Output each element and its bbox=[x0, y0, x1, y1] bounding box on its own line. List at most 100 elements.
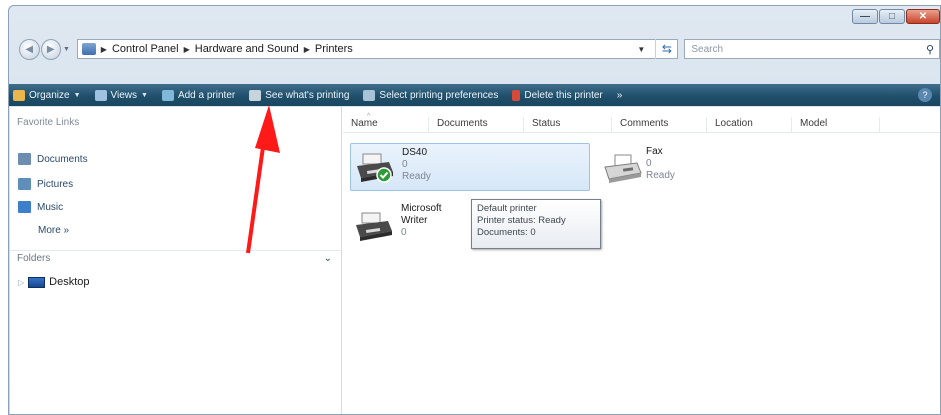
organize-button[interactable]: Organize ▼ bbox=[13, 89, 81, 101]
printer-name: Fax bbox=[646, 146, 663, 157]
overflow-chevron-icon: » bbox=[616, 89, 623, 101]
tree-item-desktop[interactable]: ▷ Desktop bbox=[18, 276, 90, 288]
column-header-status[interactable]: Status bbox=[524, 117, 612, 133]
back-arrow-icon: ◀ bbox=[25, 43, 34, 55]
printer-item-microsoft-writer[interactable]: Microsoft Writer 0 bbox=[350, 199, 474, 249]
tooltip-line-default: Default printer bbox=[477, 203, 537, 214]
chevron-down-icon: ▼ bbox=[73, 91, 81, 99]
organize-label: Organize bbox=[29, 89, 70, 101]
documents-icon bbox=[18, 153, 31, 165]
address-row: ◀ ▶ ▼ ▶ Control Panel ▶ Hardware and Sou… bbox=[9, 35, 940, 63]
forward-button[interactable]: ▶ bbox=[40, 38, 62, 60]
minimize-button[interactable]: — bbox=[852, 9, 878, 24]
fax-icon bbox=[604, 154, 642, 183]
delete-printer-label: Delete this printer bbox=[524, 89, 603, 101]
forward-arrow-icon: ▶ bbox=[46, 43, 55, 55]
desktop-icon bbox=[28, 276, 46, 288]
more-links[interactable]: More » bbox=[38, 225, 69, 236]
delete-printer-button[interactable]: Delete this printer bbox=[512, 89, 603, 101]
command-bar: Organize ▼ Views ▼ Add a printer See wha… bbox=[9, 84, 940, 106]
breadcrumb-printers[interactable]: Printers bbox=[315, 43, 353, 55]
more-links-label: More » bbox=[38, 225, 70, 236]
recent-pages-dropdown[interactable]: ▼ bbox=[63, 46, 73, 53]
tooltip-line-status: Printer status: Ready bbox=[477, 215, 566, 226]
window-content: Favorite Links Documents Pictures Music … bbox=[10, 107, 940, 414]
close-icon: ✕ bbox=[918, 11, 928, 22]
pictures-icon bbox=[18, 178, 31, 190]
search-input[interactable]: Search ⚲ bbox=[684, 39, 940, 59]
add-printer-button[interactable]: Add a printer bbox=[161, 89, 236, 101]
column-header-name[interactable]: ^ Name bbox=[343, 113, 429, 133]
breadcrumb-hardware-and-sound[interactable]: Hardware and Sound bbox=[195, 43, 299, 55]
printer-name: Microsoft bbox=[401, 203, 442, 214]
close-button[interactable]: ✕ bbox=[906, 9, 940, 24]
printers-window: — □ ✕ ◀ ▶ ▼ ▶ Control Panel ▶ Hardware a… bbox=[8, 5, 941, 415]
select-printing-preferences-button[interactable]: Select printing preferences bbox=[363, 89, 499, 101]
printer-item-fax[interactable]: Fax 0 Ready bbox=[599, 143, 719, 191]
see-whats-printing-button[interactable]: See what's printing bbox=[249, 89, 349, 101]
favorite-documents-label: Documents bbox=[37, 153, 88, 165]
chevron-down-icon[interactable]: ⌄ bbox=[324, 253, 332, 264]
organize-icon bbox=[13, 89, 25, 101]
column-header-documents-label: Documents bbox=[437, 118, 488, 129]
column-header-documents[interactable]: Documents bbox=[429, 117, 524, 133]
views-icon bbox=[94, 89, 107, 101]
column-header-model[interactable]: Model bbox=[792, 117, 880, 133]
select-printing-preferences-label: Select printing preferences bbox=[379, 89, 499, 101]
printer-documents: 0 bbox=[402, 159, 408, 170]
maximize-button[interactable]: □ bbox=[879, 9, 905, 24]
caption-buttons: — □ ✕ bbox=[851, 9, 940, 24]
annotation-arrow bbox=[246, 105, 280, 254]
printer-documents: 0 bbox=[646, 158, 652, 169]
expand-icon[interactable]: ▷ bbox=[18, 278, 24, 287]
favorite-pictures-label: Pictures bbox=[37, 178, 74, 190]
back-button[interactable]: ◀ bbox=[19, 38, 40, 60]
printer-list-pane: ^ Name Documents Status Comments Location… bbox=[343, 107, 940, 414]
printer-icon bbox=[356, 212, 392, 241]
address-bar[interactable]: ▶ Control Panel ▶ Hardware and Sound ▶ P… bbox=[76, 39, 679, 59]
views-label: Views bbox=[110, 89, 138, 101]
tooltip-line-documents: Documents: 0 bbox=[477, 227, 536, 238]
help-icon[interactable]: ? bbox=[918, 88, 932, 102]
control-panel-icon bbox=[81, 43, 96, 55]
chevron-down-icon: ▼ bbox=[141, 91, 148, 99]
maximize-icon: □ bbox=[888, 11, 896, 22]
printer-icon bbox=[357, 153, 393, 183]
search-icon[interactable]: ⚲ bbox=[921, 43, 939, 56]
help-glyph: ? bbox=[922, 90, 928, 100]
printer-name-line2: Writer bbox=[401, 215, 428, 226]
refresh-icon[interactable]: ⇆ bbox=[655, 39, 677, 59]
breadcrumb-separator-icon: ▶ bbox=[100, 44, 107, 54]
printer-text-ds40: DS40 0 Ready bbox=[402, 147, 431, 183]
printer-text-microsoft-writer: Microsoft Writer 0 bbox=[401, 203, 442, 239]
column-header-status-label: Status bbox=[532, 118, 561, 129]
printer-status: Ready bbox=[402, 171, 431, 182]
tree-item-desktop-label: Desktop bbox=[49, 276, 90, 288]
column-header-name-label: Name bbox=[351, 118, 378, 129]
printer-tooltip: Default printer Printer status: Ready Do… bbox=[471, 199, 601, 249]
column-header-comments[interactable]: Comments bbox=[612, 117, 707, 133]
music-icon bbox=[18, 201, 31, 213]
breadcrumb-control-panel[interactable]: Control Panel bbox=[112, 43, 179, 55]
column-header-model-label: Model bbox=[800, 118, 828, 129]
address-dropdown-icon[interactable]: ▼ bbox=[634, 45, 648, 54]
folders-label: Folders bbox=[17, 253, 51, 264]
favorite-pictures[interactable]: Pictures bbox=[18, 178, 73, 190]
favorite-music[interactable]: Music bbox=[18, 201, 63, 213]
breadcrumb-separator-icon: ▶ bbox=[303, 44, 310, 54]
column-header-location[interactable]: Location bbox=[707, 117, 792, 133]
favorite-documents[interactable]: Documents bbox=[18, 153, 88, 165]
search-placeholder: Search bbox=[691, 43, 724, 55]
delete-icon bbox=[512, 89, 521, 101]
printer-item-ds40[interactable]: DS40 0 Ready bbox=[350, 143, 590, 191]
favorite-music-label: Music bbox=[37, 201, 64, 213]
favorite-links-heading: Favorite Links bbox=[17, 117, 80, 128]
toolbar-overflow-button[interactable]: » bbox=[617, 90, 623, 101]
sort-caret-icon: ^ bbox=[367, 113, 371, 120]
minimize-icon: — bbox=[860, 11, 870, 22]
preferences-icon bbox=[363, 89, 376, 101]
add-printer-label: Add a printer bbox=[177, 89, 236, 101]
add-printer-icon bbox=[161, 89, 174, 101]
views-button[interactable]: Views ▼ bbox=[94, 89, 148, 101]
printer-text-fax: Fax 0 Ready bbox=[646, 146, 675, 182]
